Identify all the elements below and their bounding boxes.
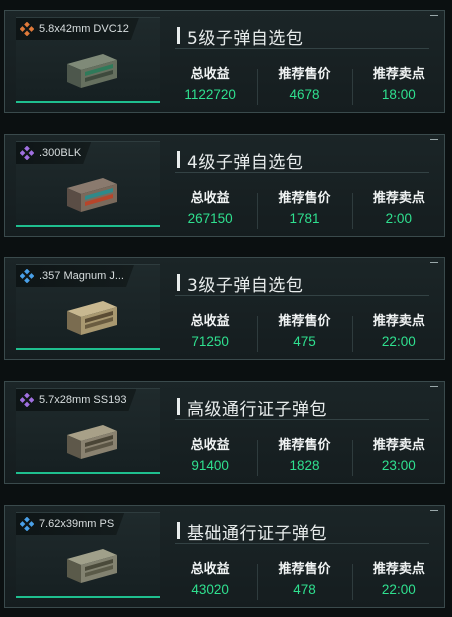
- stat-price-label: 推荐售价: [278, 438, 331, 453]
- pack-thumbnail: 7.62x39mm PS: [16, 512, 160, 598]
- ammo-box-icon: [63, 172, 119, 216]
- stat-income-value: 267150: [187, 211, 233, 226]
- ammo-box-icon: [63, 48, 119, 92]
- blue-diamond-icon: [20, 517, 34, 531]
- stat-price-label: 推荐售价: [278, 562, 331, 577]
- pack-stats: 总收益 1122720 推荐售价 4678 推荐卖点 18:00: [163, 61, 446, 107]
- ammo-box-icon: [63, 543, 119, 587]
- stat-price-value: 4678: [289, 87, 320, 102]
- title-marker: [177, 151, 180, 168]
- pack-card[interactable]: .300BLK 4级子弹自选包 总收益 267150 推荐售价 1781 推荐卖…: [4, 134, 445, 237]
- stat-income-value: 1122720: [184, 87, 236, 102]
- ammo-tag: 5.7x28mm SS193: [16, 389, 136, 411]
- stat-income: 总收益 43020: [163, 556, 257, 602]
- pack-thumbnail: .357 Magnum J...: [16, 264, 160, 350]
- purple-diamond-icon: [20, 393, 34, 407]
- ammo-tag: .300BLK: [16, 142, 91, 164]
- pack-title: 4级子弹自选包: [187, 153, 304, 173]
- orange-diamond-icon: [20, 22, 34, 36]
- stat-sell-point: 推荐卖点 22:00: [351, 556, 446, 602]
- stat-income-label: 总收益: [190, 67, 230, 82]
- pack-thumbnail: 5.7x28mm SS193: [16, 388, 160, 474]
- ammo-name: 5.8x42mm DVC12: [39, 23, 129, 35]
- stat-income-value: 91400: [191, 458, 229, 473]
- pack-title-bar: 高级通行证子弹包: [175, 393, 429, 420]
- pack-title-bar: 4级子弹自选包: [175, 146, 429, 173]
- stat-income-label: 总收益: [190, 438, 230, 453]
- ammo-tag: 7.62x39mm PS: [16, 513, 124, 535]
- stat-sell-point: 推荐卖点 18:00: [351, 61, 446, 107]
- stat-sell-point-label: 推荐卖点: [372, 191, 425, 206]
- pack-title: 高级通行证子弹包: [187, 400, 327, 420]
- stat-sell-point-value: 22:00: [381, 582, 416, 597]
- stat-sell-point-value: 22:00: [381, 334, 416, 349]
- stat-sell-point: 推荐卖点 2:00: [351, 185, 446, 231]
- stat-income-value: 43020: [191, 582, 229, 597]
- ammo-name: 7.62x39mm PS: [39, 518, 115, 530]
- ammo-name: .300BLK: [39, 147, 82, 159]
- pack-stats: 总收益 71250 推荐售价 475 推荐卖点 22:00: [163, 308, 446, 354]
- stat-price-label: 推荐售价: [278, 67, 331, 82]
- pack-card[interactable]: .357 Magnum J... 3级子弹自选包 总收益 71250 推荐售价 …: [4, 257, 445, 360]
- title-marker: [177, 398, 180, 415]
- stat-price-label: 推荐售价: [278, 314, 331, 329]
- title-marker: [177, 522, 180, 539]
- pack-stats: 总收益 91400 推荐售价 1828 推荐卖点 23:00: [163, 432, 446, 478]
- stat-sell-point: 推荐卖点 22:00: [351, 308, 446, 354]
- stat-income-value: 71250: [191, 334, 229, 349]
- stat-sell-point-label: 推荐卖点: [372, 438, 425, 453]
- ammo-name: 5.7x28mm SS193: [39, 394, 127, 406]
- stat-price: 推荐售价 478: [257, 556, 351, 602]
- stat-price: 推荐售价 1828: [257, 432, 351, 478]
- stat-income-label: 总收益: [190, 562, 230, 577]
- ammo-tag: 5.8x42mm DVC12: [16, 18, 139, 40]
- stat-price: 推荐售价 475: [257, 308, 351, 354]
- pack-title: 5级子弹自选包: [187, 29, 304, 49]
- pack-stats: 总收益 43020 推荐售价 478 推荐卖点 22:00: [163, 556, 446, 602]
- pack-thumbnail: .300BLK: [16, 141, 160, 227]
- pack-title-bar: 基础通行证子弹包: [175, 517, 429, 544]
- stat-sell-point-value: 18:00: [381, 87, 416, 102]
- stat-price-label: 推荐售价: [278, 191, 331, 206]
- stat-price: 推荐售价 4678: [257, 61, 351, 107]
- pack-title-bar: 5级子弹自选包: [175, 22, 429, 49]
- ammo-box-icon: [63, 295, 119, 339]
- stat-sell-point-label: 推荐卖点: [372, 314, 425, 329]
- stat-income: 总收益 267150: [163, 185, 257, 231]
- ammo-box-icon: [63, 419, 119, 463]
- stat-price-value: 478: [293, 582, 316, 597]
- pack-stats: 总收益 267150 推荐售价 1781 推荐卖点 2:00: [163, 185, 446, 231]
- pack-card[interactable]: 5.7x28mm SS193 高级通行证子弹包 总收益 91400 推荐售价 1…: [4, 381, 445, 484]
- pack-title: 基础通行证子弹包: [187, 524, 327, 544]
- stat-sell-point-label: 推荐卖点: [372, 67, 425, 82]
- ammo-pack-list: 5.8x42mm DVC12 5级子弹自选包 总收益 1122720 推荐售价 …: [0, 0, 452, 617]
- stat-income: 总收益 91400: [163, 432, 257, 478]
- stat-income: 总收益 71250: [163, 308, 257, 354]
- stat-sell-point-value: 2:00: [385, 211, 412, 226]
- stat-price-value: 1828: [289, 458, 320, 473]
- pack-card[interactable]: 7.62x39mm PS 基础通行证子弹包 总收益 43020 推荐售价 478…: [4, 505, 445, 608]
- stat-sell-point-value: 23:00: [381, 458, 416, 473]
- title-marker: [177, 27, 180, 44]
- pack-thumbnail: 5.8x42mm DVC12: [16, 17, 160, 103]
- ammo-name: .357 Magnum J...: [39, 270, 124, 282]
- pack-title: 3级子弹自选包: [187, 276, 304, 296]
- stat-sell-point: 推荐卖点 23:00: [351, 432, 446, 478]
- pack-card[interactable]: 5.8x42mm DVC12 5级子弹自选包 总收益 1122720 推荐售价 …: [4, 10, 445, 113]
- stat-price: 推荐售价 1781: [257, 185, 351, 231]
- ammo-tag: .357 Magnum J...: [16, 265, 134, 287]
- stat-price-value: 1781: [289, 211, 320, 226]
- stat-income-label: 总收益: [190, 191, 230, 206]
- title-marker: [177, 274, 180, 291]
- pack-title-bar: 3级子弹自选包: [175, 269, 429, 296]
- blue-diamond-icon: [20, 269, 34, 283]
- stat-price-value: 475: [293, 334, 316, 349]
- purple-diamond-icon: [20, 146, 34, 160]
- stat-income-label: 总收益: [190, 314, 230, 329]
- stat-income: 总收益 1122720: [163, 61, 257, 107]
- stat-sell-point-label: 推荐卖点: [372, 562, 425, 577]
